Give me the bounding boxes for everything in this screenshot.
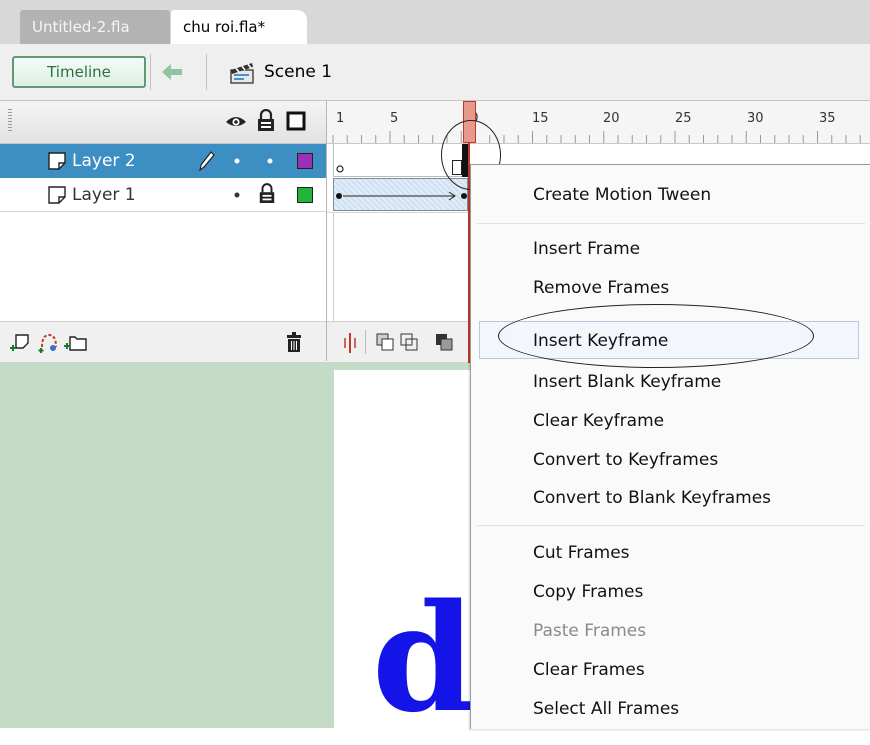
outline-icon[interactable]	[285, 110, 307, 132]
timeline-toggle-button[interactable]: Timeline	[12, 56, 146, 88]
lock-dot[interactable]	[267, 158, 273, 164]
menu-item-clear-keyframe[interactable]: Clear Keyframe	[533, 409, 664, 433]
back-arrow-icon[interactable]	[158, 58, 186, 86]
doc-tab-untitled-2[interactable]: Untitled-2.fla	[20, 10, 170, 44]
edit-multiple-frames-icon[interactable]	[434, 332, 454, 352]
ruler-label: 25	[675, 111, 692, 126]
document-tab-bar: Untitled-2.fla chu roi.fla*	[0, 0, 870, 44]
doc-tab-chu-roi[interactable]: chu roi.fla*	[171, 10, 307, 44]
lock-icon[interactable]	[258, 183, 276, 205]
frame-ruler[interactable]: 1 5 10 15 20 25 30 35	[327, 101, 870, 144]
visibility-dot[interactable]	[234, 192, 240, 198]
frame-grid-line	[333, 213, 334, 321]
ruler-label: 5	[390, 111, 399, 126]
divider	[365, 330, 366, 354]
insert-layer-icon[interactable]	[10, 331, 32, 353]
scene-label[interactable]: Scene 1	[264, 58, 332, 86]
layer-row-layer-2[interactable]: Layer 2	[0, 144, 326, 178]
layers-header	[0, 101, 326, 144]
ruler-label: 1	[336, 111, 345, 126]
edit-bar: Timeline Scene 1	[0, 44, 870, 101]
insert-folder-icon[interactable]	[64, 331, 88, 353]
menu-item-convert-to-keyframes[interactable]: Convert to Keyframes	[533, 448, 718, 472]
ruler-label: 35	[819, 111, 836, 126]
ruler-ticks	[332, 131, 861, 143]
eye-icon[interactable]	[224, 110, 248, 132]
menu-separator	[477, 223, 865, 224]
ruler-label: 30	[747, 111, 764, 126]
menu-item-create-motion-tween[interactable]: Create Motion Tween	[533, 183, 711, 207]
pencil-icon	[199, 151, 215, 171]
menu-item-insert-keyframe[interactable]: Insert Keyframe	[533, 329, 668, 353]
layer-name[interactable]: Layer 1	[72, 178, 136, 212]
delete-trash-icon[interactable]	[284, 331, 304, 353]
center-frame-icon[interactable]	[342, 332, 358, 354]
layer-icon	[48, 152, 66, 170]
add-motion-guide-icon[interactable]	[38, 331, 60, 353]
layer-icon	[48, 186, 66, 204]
timeline-button-label: Timeline	[47, 63, 111, 81]
visibility-dot[interactable]	[234, 158, 240, 164]
onion-skin-outlines-icon[interactable]	[399, 332, 419, 352]
menu-item-cut-frames[interactable]: Cut Frames	[533, 541, 630, 565]
menu-item-insert-blank-keyframe[interactable]: Insert Blank Keyframe	[533, 370, 721, 394]
divider	[150, 54, 151, 90]
lock-icon[interactable]	[256, 109, 276, 133]
blank-keyframe-dot[interactable]	[335, 164, 345, 174]
onion-skin-icon[interactable]	[375, 332, 395, 352]
layers-footer	[0, 321, 326, 362]
ruler-label: 20	[603, 111, 620, 126]
panel-grip-icon[interactable]	[8, 109, 12, 131]
menu-item-clear-frames[interactable]: Clear Frames	[533, 658, 645, 682]
menu-item-select-all-frames[interactable]: Select All Frames	[533, 697, 679, 721]
divider	[206, 54, 207, 90]
menu-item-convert-to-blank-keyframes[interactable]: Convert to Blank Keyframes	[533, 486, 771, 510]
menu-separator	[477, 525, 865, 526]
layer-color-swatch[interactable]	[297, 153, 313, 169]
layer-row-layer-1[interactable]: Layer 1	[0, 178, 326, 212]
layer-name[interactable]: Layer 2	[72, 144, 136, 178]
context-menu: Create Motion Tween Insert Frame Remove …	[470, 164, 870, 729]
layer-color-swatch[interactable]	[297, 187, 313, 203]
menu-item-paste-frames: Paste Frames	[533, 621, 647, 641]
tween-arrow	[336, 191, 467, 201]
ruler-label: 15	[532, 111, 549, 126]
menu-item-copy-frames[interactable]: Copy Frames	[533, 580, 643, 604]
layers-panel: Layer 2 Layer 1	[0, 101, 327, 362]
stage-text-object[interactable]: d	[372, 584, 475, 732]
clapperboard-icon	[230, 63, 254, 84]
menu-item-insert-frame[interactable]: Insert Frame	[533, 237, 640, 261]
menu-item-remove-frames[interactable]: Remove Frames	[533, 276, 669, 300]
